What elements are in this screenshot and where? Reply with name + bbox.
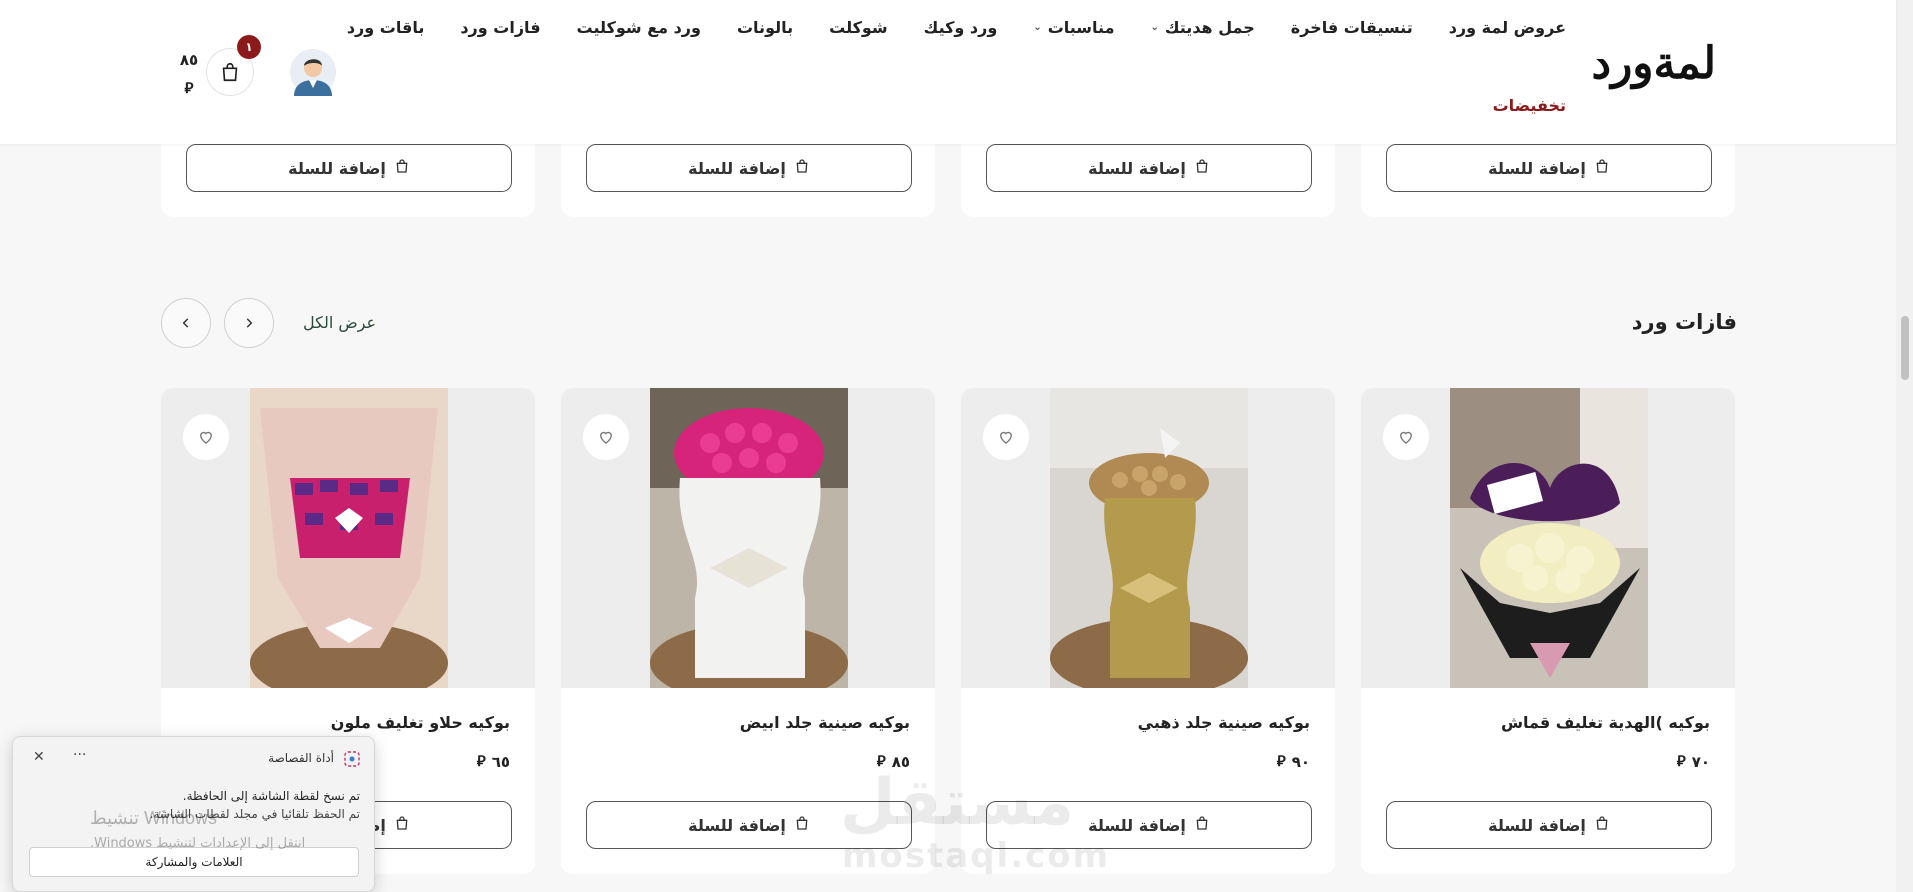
favorite-heart-icon[interactable] (1383, 414, 1429, 460)
nav-item-1[interactable]: فازات ورد (460, 18, 540, 37)
product-price: ٦٥ ⃁ (477, 752, 510, 771)
add-to-cart-label: إضافة للسلة (1488, 158, 1586, 178)
chevron-down-icon: ⌄ (1033, 22, 1042, 33)
add-to-cart-label: إضافة للسلة (688, 158, 786, 178)
product-image[interactable] (650, 388, 848, 688)
cart-total: ٨٥ ⃁ (176, 46, 202, 102)
nav-item-label: باقات ورد (346, 18, 425, 37)
currency-symbol: ⃁ (476, 752, 486, 770)
scrollbar-thumb[interactable] (1901, 316, 1909, 380)
main-nav: باقات ورد فازات ورد ورد مع شوكليت بالونات شو… (347, 18, 1566, 37)
nav-item-3[interactable]: بالونات (737, 18, 793, 37)
add-to-cart-label: إضافة للسلة (1488, 815, 1586, 835)
site-watermark: مستقل (840, 766, 1075, 840)
add-to-cart-label: إضافة للسلة (1088, 158, 1186, 178)
bag-icon (794, 815, 810, 835)
bag-icon (394, 815, 410, 835)
markup-share-button[interactable]: العلامات والمشاركة (29, 847, 359, 877)
product-card[interactable]: بوكيه )الهدية تغليف قماش ٧٠ ⃁ إضافة للسلة (1361, 388, 1735, 874)
nav-item-label: مناسبات (1047, 18, 1115, 37)
nav-item-label: ورد وكيك (923, 18, 998, 37)
nav-item-label: ورد مع شوكليت (576, 18, 701, 37)
chevron-left-icon (182, 318, 189, 328)
user-avatar-icon[interactable] (290, 48, 336, 96)
chevron-down-icon: ⌄ (1150, 22, 1159, 33)
view-all-link[interactable]: عرض الكل (303, 313, 376, 332)
nav-item-5[interactable]: ورد وكيك (924, 18, 998, 37)
favorite-heart-icon[interactable] (583, 414, 629, 460)
nav-item-label: بالونات (736, 18, 794, 37)
product-image[interactable] (1450, 388, 1648, 688)
product-price: ٩٠ ⃁ (1277, 752, 1310, 771)
cart-total-value: ٨٥ (179, 51, 199, 69)
product-image-area (161, 388, 535, 688)
site-logo[interactable]: لمةورد (1591, 38, 1716, 89)
nav-item-6[interactable]: مناسبات ⌄ (1033, 18, 1114, 37)
more-options-icon[interactable]: ··· (73, 747, 86, 763)
product-name[interactable]: بوكيه )الهدية تغليف قماش (1501, 713, 1710, 732)
nav-item-sale[interactable]: تخفيضات (1493, 96, 1566, 115)
nav-item-label: عروض لمة ورد (1448, 18, 1566, 37)
add-to-cart-button[interactable]: إضافة للسلة (1386, 144, 1712, 192)
windows-activation-title: تنشيط Windows (90, 808, 218, 828)
favorite-heart-icon[interactable] (183, 414, 229, 460)
shopping-bag-icon (222, 62, 238, 82)
toast-message: تم نسخ لقطة الشاشة إلى الحافظة. (182, 789, 360, 803)
cart-count-badge: ١ (237, 35, 261, 59)
nav-item-2[interactable]: ورد مع شوكليت (577, 18, 701, 37)
nav-item-0[interactable]: باقات ورد (347, 18, 425, 37)
toast-title: أداة القصاصة (268, 751, 334, 765)
bag-icon (1594, 815, 1610, 835)
next-button[interactable] (161, 298, 211, 348)
product-price: ٧٠ ⃁ (1677, 752, 1710, 771)
close-icon[interactable]: ✕ (33, 749, 45, 765)
bag-icon (1194, 815, 1210, 835)
product-name[interactable]: بوكيه حلاو تغليف ملون (331, 713, 510, 732)
currency-symbol: ⃁ (1276, 752, 1286, 770)
chevron-right-icon (246, 318, 253, 328)
add-to-cart-button[interactable]: إضافة للسلة (586, 144, 912, 192)
currency-symbol: ⃁ (184, 79, 194, 97)
nav-item-7[interactable]: جمل هديتك ⌄ (1150, 18, 1254, 37)
site-header: لمةورد باقات ورد فازات ورد ورد مع شوكليت با… (0, 0, 1896, 144)
favorite-heart-icon[interactable] (983, 414, 1029, 460)
windows-activation-hint: انتقل إلى الإعدادات لتنشيط Windows. (90, 836, 306, 851)
product-price-value: ٩٠ (1291, 752, 1310, 771)
product-image-area (961, 388, 1335, 688)
nav-item-label: تنسيقات فاخرة (1290, 18, 1413, 37)
product-price-value: ٦٥ (491, 752, 510, 771)
bag-icon (394, 158, 410, 178)
prev-button[interactable] (224, 298, 274, 348)
add-to-cart-button[interactable]: إضافة للسلة (986, 144, 1312, 192)
nav-item-9[interactable]: عروض لمة ورد (1449, 18, 1566, 37)
nav-item-label: شوكلت (829, 18, 888, 37)
currency-symbol: ⃁ (1676, 752, 1686, 770)
add-to-cart-label: إضافة للسلة (688, 815, 786, 835)
add-to-cart-label: إضافة للسلة (288, 158, 386, 178)
product-image-area (561, 388, 935, 688)
bag-icon (1194, 158, 1210, 178)
nav-item-label: فازات ورد (460, 18, 541, 37)
section-title: فازات ورد (1631, 310, 1737, 334)
site-watermark-url: mostaql.com (842, 836, 1111, 876)
nav-item-8[interactable]: تنسيقات فاخرة (1291, 18, 1413, 37)
snipping-tool-icon (344, 751, 360, 767)
product-price-value: ٧٠ (1691, 752, 1710, 771)
nav-item-4[interactable]: شوكلت (829, 18, 888, 37)
product-name[interactable]: بوكيه صينية جلد ذهبي (1138, 713, 1310, 732)
product-image[interactable] (1050, 388, 1248, 688)
product-image-area (1361, 388, 1735, 688)
page-scrollbar[interactable] (1896, 0, 1913, 892)
product-image[interactable] (250, 388, 448, 688)
add-to-cart-button[interactable]: إضافة للسلة (1386, 801, 1712, 849)
add-to-cart-button[interactable]: إضافة للسلة (186, 144, 512, 192)
bag-icon (1594, 158, 1610, 178)
add-to-cart-label: إضافة للسلة (1088, 815, 1186, 835)
product-name[interactable]: بوكيه صينية جلد ابيض (740, 713, 910, 732)
bag-icon (794, 158, 810, 178)
nav-item-label: جمل هديتك (1164, 18, 1255, 37)
